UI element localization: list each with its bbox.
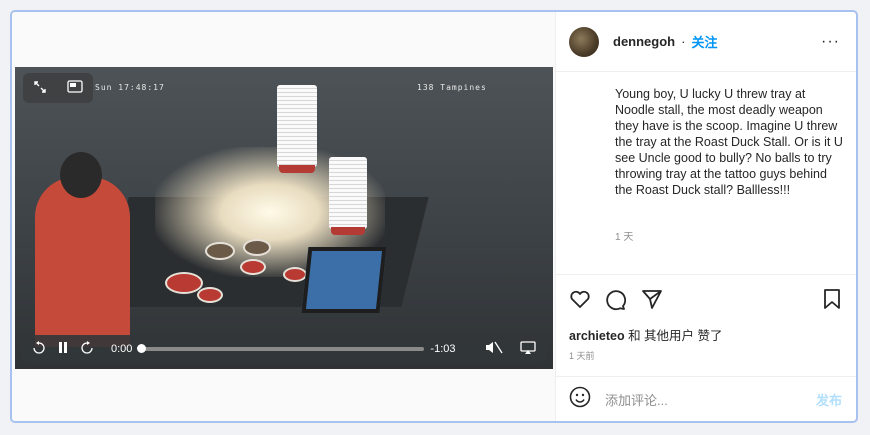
post-comment-button[interactable]: 发布 [816,390,842,409]
rewind-15-icon[interactable] [27,340,51,358]
comment-input[interactable]: 添加评论... [605,390,816,409]
video-location-overlay: 138 Tampines [417,83,487,92]
username[interactable]: dennegoh [613,34,675,49]
media-panel: Sun 17:48:17 138 Tampines 0:00 -1:03 [12,12,556,421]
seek-bar[interactable] [137,344,425,353]
follow-button[interactable]: 关注 [691,32,717,51]
caption-text: Young boy, U lucky U threw tray at Noodl… [615,87,843,197]
action-section: archieteo 和 其他用户 赞了 1 天前 [555,274,856,385]
forward-15-icon[interactable] [75,340,99,358]
bowl [243,239,271,256]
avatar[interactable] [569,26,599,57]
likes-summary: archieteo 和 其他用户 赞了 [569,325,723,344]
bowl-stack-base [331,227,365,235]
video-person-head [60,152,102,198]
heart-icon[interactable] [569,289,591,314]
liker-username[interactable]: archieteo [569,329,625,343]
bookmark-icon[interactable] [823,289,841,314]
share-icon[interactable] [641,289,663,314]
comment-bar: 添加评论... 发布 [555,376,856,421]
likes-rest[interactable]: 和 其他用户 赞了 [625,329,722,343]
post-time-ago: 1 天前 [569,351,595,361]
bowl [283,267,307,282]
seek-knob[interactable] [137,344,147,353]
video-top-tools [23,73,93,103]
video-player[interactable]: Sun 17:48:17 138 Tampines 0:00 -1:03 [15,67,553,369]
post-card: Sun 17:48:17 138 Tampines 0:00 -1:03 den… [10,10,858,423]
comment-icon[interactable] [604,289,627,316]
pip-icon[interactable] [67,80,83,96]
action-icons [569,289,842,313]
mute-icon[interactable] [482,341,506,357]
video-controls: 0:00 -1:03 [21,335,547,363]
bowl-stack [277,85,317,167]
emoji-icon[interactable] [569,386,591,413]
video-person [35,177,130,347]
current-time: 0:00 [111,343,133,355]
airplay-icon[interactable] [516,340,540,358]
more-options-icon[interactable]: ··· [821,33,840,51]
bowl-stack [329,157,367,229]
bowl [205,242,235,260]
pause-icon[interactable] [51,341,75,357]
bowl [240,259,266,275]
bowl-stack-base [279,165,315,173]
bowl [197,287,223,303]
caption-time-ago: 1 天 [615,232,634,243]
video-timestamp-overlay: Sun 17:48:17 [95,83,165,92]
separator-dot: · [681,34,686,49]
remaining-time: -1:03 [430,343,456,355]
expand-icon[interactable] [33,80,47,97]
post-sidebar: dennegoh · 关注 ··· Young boy, U lucky U t… [555,12,856,421]
pos-screen [301,247,387,313]
post-header: dennegoh · 关注 ··· [555,12,856,72]
